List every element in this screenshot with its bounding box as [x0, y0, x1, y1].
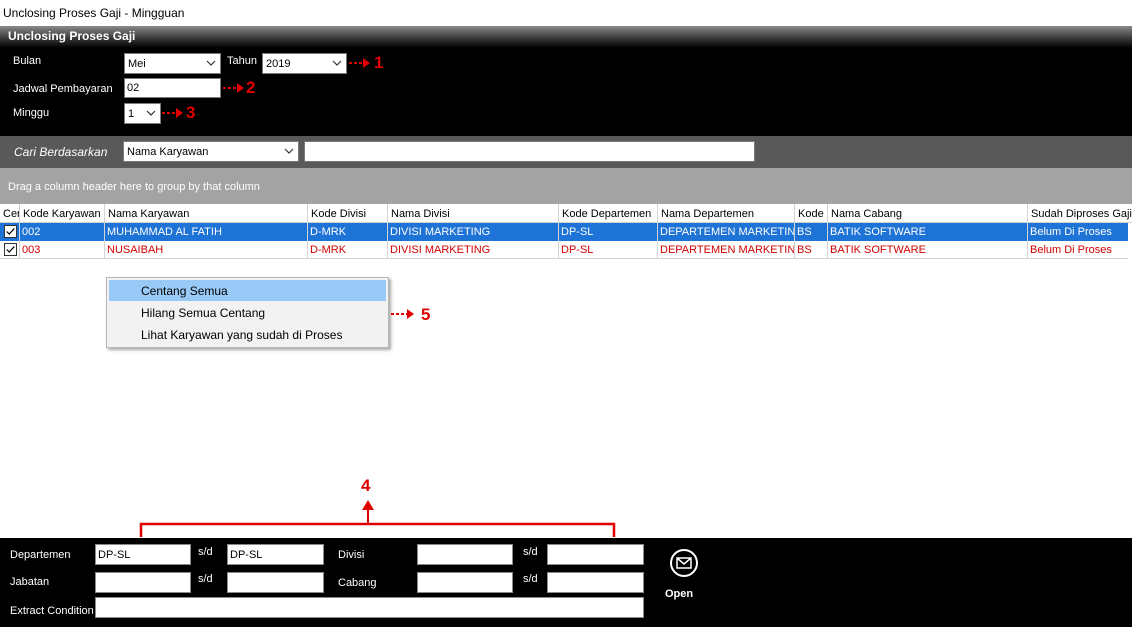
cell-kode-departemen: DP-SL	[559, 223, 658, 241]
chevron-down-icon	[146, 110, 156, 116]
jabatan-to-input[interactable]	[227, 572, 324, 593]
context-menu: Centang Semua Hilang Semua Centang Lihat…	[106, 277, 389, 348]
search-label: Cari Berdasarkan	[14, 145, 108, 159]
open-label: Open	[665, 588, 694, 600]
jadwal-input[interactable]: 02	[124, 78, 221, 98]
divisi-to-input[interactable]	[547, 544, 644, 565]
checkbox-checked-icon[interactable]	[4, 225, 17, 238]
panel-header	[0, 26, 1132, 48]
extract-condition-input[interactable]	[95, 597, 644, 618]
annotation-2: 2	[246, 78, 256, 97]
annotation-3: 3	[186, 103, 196, 122]
tahun-select[interactable]: 2019	[262, 53, 347, 74]
grid-header: Cen Kode Karyawan Nama Karyawan Kode Div…	[0, 204, 1132, 223]
cell-kode-divisi: D-MRK	[308, 223, 388, 241]
open-button[interactable]: Open	[660, 548, 708, 604]
annotation-arrow-icon	[162, 108, 183, 118]
menu-item-centang-semua[interactable]: Centang Semua	[109, 280, 386, 301]
panel-title: Unclosing Proses Gaji	[8, 29, 136, 43]
annotation-arrow-icon	[223, 83, 244, 93]
window-titlebar: Unclosing Proses Gaji - Mingguan	[0, 0, 1132, 26]
bulan-label: Bulan	[13, 55, 42, 67]
cell-nama-divisi: DIVISI MARKETING	[388, 241, 559, 259]
column-header-kode-departemen[interactable]: Kode Departemen	[559, 204, 658, 223]
annotation-4: 4	[361, 476, 371, 495]
departemen-to-input[interactable]: DP-SL	[227, 544, 324, 565]
cell-nama-karyawan: MUHAMMAD AL FATIH	[105, 223, 308, 241]
jabatan-label: Jabatan	[10, 576, 50, 588]
annotation-5: 5	[421, 305, 431, 324]
cell-kode-departemen: DP-SL	[559, 241, 658, 259]
bulan-value: Mei	[128, 58, 146, 70]
cell-nama-divisi: DIVISI MARKETING	[388, 223, 559, 241]
cell-nama-departemen: DEPARTEMEN MARKETING	[658, 223, 795, 241]
search-field-value: Nama Karyawan	[127, 146, 209, 158]
cell-kode-karyawan: 003	[20, 241, 105, 259]
bulan-select[interactable]: Mei	[124, 53, 221, 74]
cell-kode-divisi: D-MRK	[308, 241, 388, 259]
departemen-to-value: DP-SL	[230, 549, 263, 561]
divisi-label: Divisi	[338, 549, 365, 561]
cell-nama-departemen: DEPARTEMEN MARKETING	[658, 241, 795, 259]
jadwal-value: 02	[127, 82, 140, 94]
cell-kode-cabang: BS	[795, 223, 828, 241]
tahun-value: 2019	[266, 58, 291, 70]
cabang-label: Cabang	[338, 577, 377, 589]
sd-label: s/d	[523, 573, 538, 585]
sd-label: s/d	[198, 573, 213, 585]
minggu-label: Minggu	[13, 107, 50, 119]
cell-status: Belum Di Proses	[1030, 226, 1112, 238]
cell-status: Belum Di Proses	[1030, 244, 1112, 256]
menu-item-lihat-karyawan-diproses[interactable]: Lihat Karyawan yang sudah di Proses	[109, 324, 386, 345]
cell-kode-karyawan: 002	[20, 223, 105, 241]
cell-kode-cabang: BS	[795, 241, 828, 259]
cell-nama-karyawan: NUSAIBAH	[105, 241, 308, 259]
cell-nama-cabang: BATIK SOFTWARE	[828, 241, 1028, 259]
table-row[interactable]: 003 NUSAIBAH D-MRK DIVISI MARKETING DP-S…	[0, 241, 1128, 259]
cabang-to-input[interactable]	[547, 572, 644, 593]
column-header-status[interactable]: Sudah Diproses Gaji	[1028, 204, 1132, 223]
chevron-down-icon	[284, 148, 294, 154]
jadwal-label: Jadwal Pembayaran	[13, 83, 113, 95]
search-input[interactable]	[304, 141, 755, 162]
minggu-select[interactable]: 1	[124, 103, 161, 124]
column-header-centang[interactable]: Cen	[0, 204, 20, 223]
group-by-hint: Drag a column header here to group by th…	[8, 181, 260, 193]
menu-item-hilang-semua-centang[interactable]: Hilang Semua Centang	[109, 302, 386, 323]
departemen-from-input[interactable]: DP-SL	[95, 544, 191, 565]
window-title: Unclosing Proses Gaji - Mingguan	[3, 6, 185, 20]
checkbox-checked-icon[interactable]	[4, 243, 17, 256]
departemen-label: Departemen	[10, 549, 71, 561]
row-checkbox-cell[interactable]	[0, 223, 20, 241]
cell-nama-cabang: BATIK SOFTWARE	[828, 223, 1028, 241]
annotation-bracket-icon	[139, 500, 616, 537]
column-header-kode-cabang[interactable]: Kode Cabang	[795, 204, 828, 223]
chevron-down-icon	[206, 60, 216, 66]
annotation-arrow-icon	[349, 58, 370, 68]
column-header-nama-departemen[interactable]: Nama Departemen	[658, 204, 795, 223]
envelope-icon	[670, 549, 698, 577]
column-header-kode-karyawan[interactable]: Kode Karyawan	[20, 204, 105, 223]
group-by-panel[interactable]: Drag a column header here to group by th…	[0, 168, 1132, 204]
row-checkbox-cell[interactable]	[0, 241, 20, 259]
divisi-from-input[interactable]	[417, 544, 513, 565]
annotation-1: 1	[374, 53, 384, 72]
sd-label: s/d	[198, 546, 213, 558]
column-header-nama-karyawan[interactable]: Nama Karyawan	[105, 204, 308, 223]
jabatan-from-input[interactable]	[95, 572, 191, 593]
column-header-kode-divisi[interactable]: Kode Divisi	[308, 204, 388, 223]
sd-label: s/d	[523, 546, 538, 558]
search-field-select[interactable]: Nama Karyawan	[123, 141, 299, 162]
table-row[interactable]: 002 MUHAMMAD AL FATIH D-MRK DIVISI MARKE…	[0, 223, 1128, 241]
departemen-from-value: DP-SL	[98, 549, 131, 561]
column-header-nama-cabang[interactable]: Nama Cabang	[828, 204, 1028, 223]
extract-condition-label: Extract Condition	[10, 605, 94, 617]
cabang-from-input[interactable]	[417, 572, 513, 593]
column-header-nama-divisi[interactable]: Nama Divisi	[388, 204, 559, 223]
minggu-value: 1	[128, 108, 135, 120]
chevron-down-icon	[332, 60, 342, 66]
tahun-label: Tahun	[227, 55, 257, 67]
annotation-arrow-icon	[391, 309, 414, 319]
